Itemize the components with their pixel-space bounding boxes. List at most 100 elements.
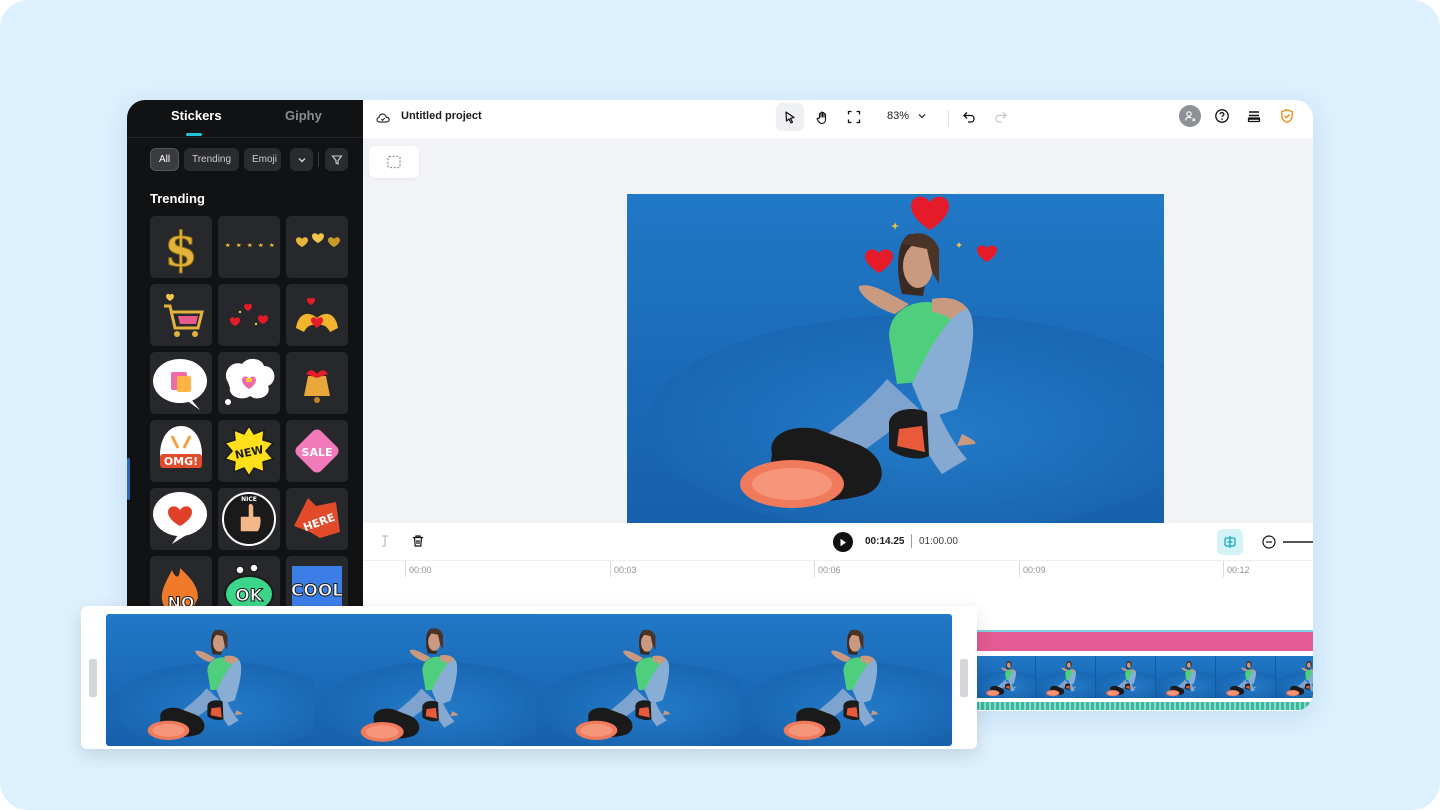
magnet-snap-button[interactable] [1217, 529, 1243, 555]
shield-button[interactable] [1276, 105, 1298, 127]
omg-sticker[interactable]: OMG! [150, 420, 212, 482]
dollar-sign-sticker[interactable]: $ [150, 216, 212, 278]
redo-button[interactable] [987, 103, 1015, 131]
timeline-zoom-out-button[interactable] [1259, 532, 1279, 552]
minus-circle-icon [1262, 535, 1276, 549]
play-icon [840, 538, 846, 546]
nice-sticker-text: NICE [241, 496, 257, 503]
project-title[interactable]: Untitled project [401, 110, 482, 122]
video-thumbnail [1216, 656, 1276, 698]
preview-frame-image [627, 194, 1164, 523]
help-icon [1215, 109, 1229, 123]
play-button[interactable] [833, 532, 853, 552]
sale-tag-sticker[interactable]: SALE [286, 420, 348, 482]
canvas-area [363, 138, 1313, 523]
redo-icon [995, 112, 1007, 123]
pointer-icon [785, 111, 795, 124]
select-tool-button[interactable] [776, 103, 804, 131]
ruler-tick-label: 00:03 [614, 565, 637, 575]
toolbar-divider [948, 110, 949, 126]
marketing-stage: Stickers Giphy All Trending Emoji Trendi… [0, 0, 1440, 810]
ruler-tick-label: 00:00 [409, 565, 432, 575]
ok-sticker-text: OK [235, 586, 263, 606]
active-tab-indicator [186, 133, 202, 136]
svg-text:$: $ [164, 222, 197, 278]
clip-trim-handle-left[interactable] [89, 659, 97, 697]
cool-sticker-text: COOL [291, 581, 343, 601]
timeline-zoom-slider[interactable] [1283, 541, 1313, 543]
avatar-icon[interactable] [1179, 105, 1201, 127]
chevron-down-icon[interactable] [917, 110, 927, 122]
split-icon [382, 535, 388, 547]
marquee-select-button[interactable] [369, 146, 419, 178]
panel-resize-handle[interactable] [127, 458, 130, 500]
categories-dropdown-button[interactable] [290, 148, 313, 171]
bell-sticker[interactable] [286, 352, 348, 414]
help-button[interactable] [1211, 105, 1233, 127]
ruler-tick-label: 00:12 [1227, 565, 1250, 575]
heart-hands-sticker[interactable] [286, 284, 348, 346]
clip-frame [740, 614, 952, 746]
tab-giphy[interactable]: Giphy [285, 108, 322, 123]
five-stars-sticker[interactable] [218, 216, 280, 278]
hand-tool-button[interactable] [808, 103, 836, 131]
layers-button[interactable] [1243, 105, 1265, 127]
trash-icon [413, 535, 423, 547]
gold-hearts-sticker[interactable] [286, 216, 348, 278]
ruler-tick [610, 561, 611, 577]
floating-hearts-sticker[interactable] [218, 284, 280, 346]
video-track-clip[interactable] [976, 656, 1313, 698]
ruler-tick [1019, 561, 1020, 577]
chevron-down-icon [298, 157, 305, 162]
ruler-tick-label: 00:09 [1023, 565, 1046, 575]
chip-emoji[interactable]: Emoji [244, 148, 281, 171]
cloud-icon[interactable] [375, 110, 391, 126]
filter-button[interactable] [325, 148, 348, 171]
audio-waveform-track[interactable] [976, 702, 1313, 710]
current-time: 00:14.25 [865, 536, 905, 547]
shopping-bag-bubble-sticker[interactable] [150, 352, 212, 414]
clip-trim-handle-right[interactable] [960, 659, 968, 697]
ruler-tick-label: 00:06 [818, 565, 841, 575]
here-arrow-sticker[interactable]: HERE [286, 488, 348, 550]
shopping-cart-hearts-sticker[interactable] [150, 284, 212, 346]
section-title-trending: Trending [150, 191, 205, 206]
clip-frame [314, 614, 536, 746]
sticker-track-clip[interactable] [976, 630, 1313, 651]
heart-speech-bubble-sticker[interactable] [150, 488, 212, 550]
clip-frame [536, 614, 740, 746]
delete-button[interactable] [410, 533, 426, 554]
heart-thought-bubble-sticker[interactable] [218, 352, 280, 414]
zoom-level[interactable]: 83% [887, 110, 909, 122]
hand-icon [816, 111, 826, 124]
split-button[interactable] [377, 533, 393, 554]
chip-all[interactable]: All [150, 148, 179, 171]
chip-trending[interactable]: Trending [184, 148, 239, 171]
shield-icon [1281, 109, 1293, 124]
nice-thumbs-up-sticker[interactable]: NICE [218, 488, 280, 550]
undo-button[interactable] [955, 103, 983, 131]
omg-sticker-text: OMG! [164, 455, 198, 468]
zoomed-video-clip[interactable] [106, 614, 952, 746]
video-preview[interactable] [627, 194, 1164, 523]
filter-icon [330, 154, 343, 165]
clip-frame [106, 614, 314, 746]
tab-stickers[interactable]: Stickers [171, 108, 222, 123]
total-duration: 01:00.00 [919, 536, 958, 547]
video-thumbnail [976, 656, 1036, 698]
fit-screen-icon [847, 110, 861, 124]
video-thumbnail [1096, 656, 1156, 698]
sale-tag-text: SALE [302, 446, 333, 459]
ruler-tick [1223, 561, 1224, 577]
timeline-ruler: 00:00 00:03 00:06 00:09 00:12 [363, 561, 1313, 579]
new-badge-sticker[interactable]: NEW [218, 420, 280, 482]
marquee-icon [387, 155, 401, 169]
fit-screen-button[interactable] [840, 103, 868, 131]
time-separator [911, 534, 912, 548]
ruler-tick [814, 561, 815, 577]
magnet-icon [1224, 536, 1236, 548]
video-thumbnail [1276, 656, 1313, 698]
chips-divider [318, 152, 319, 167]
undo-icon [963, 112, 975, 123]
layers-icon [1247, 111, 1261, 123]
